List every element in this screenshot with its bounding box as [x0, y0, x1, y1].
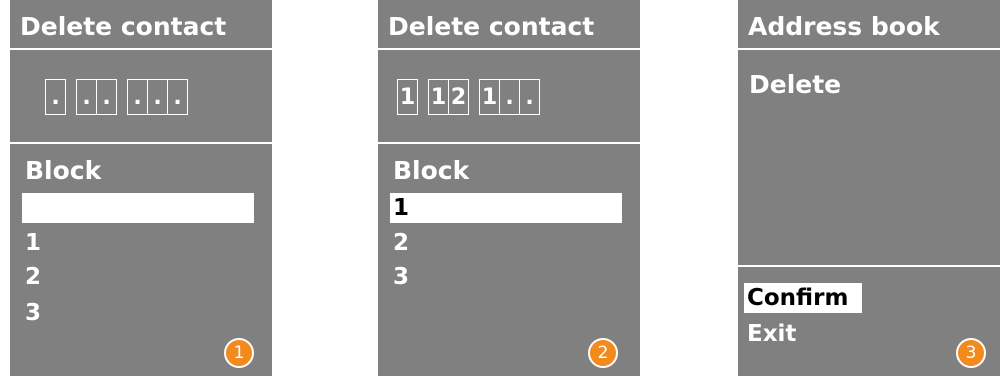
block-option[interactable]: 3 — [22, 298, 254, 328]
digit-group: . . — [76, 79, 117, 117]
screen-title: Delete contact — [388, 12, 595, 41]
screen-title: Delete contact — [20, 12, 227, 41]
digit-group: . — [45, 79, 66, 117]
divider — [738, 48, 1000, 50]
digit-box[interactable]: . — [147, 79, 168, 115]
digit-box[interactable]: 2 — [448, 79, 469, 115]
screen-title: Address book — [748, 12, 940, 41]
screen-2: Delete contact 1 1 2 1 . . Block 1 2 3 2 — [378, 0, 640, 376]
block-option[interactable]: 2 — [22, 262, 254, 292]
block-option[interactable]: 1 — [22, 228, 254, 258]
step-badge: 3 — [956, 338, 986, 368]
exit-option[interactable]: Exit — [744, 319, 976, 349]
digit-box[interactable]: . — [167, 79, 188, 115]
block-option-selected[interactable]: 1 — [390, 193, 622, 223]
confirm-option[interactable]: Confirm — [744, 283, 862, 313]
divider — [10, 48, 272, 50]
digit-group: 1 . . — [479, 79, 540, 117]
section-label: Block — [25, 156, 102, 185]
menu-subtitle: Delete — [749, 70, 842, 99]
block-option-selected[interactable] — [22, 193, 254, 223]
digit-box[interactable]: . — [76, 79, 97, 115]
step-badge: 1 — [224, 338, 254, 368]
step-badge: 2 — [588, 338, 618, 368]
code-digits: . . . . . . — [45, 79, 188, 117]
screen-3: Address book Delete Confirm Exit 3 — [738, 0, 1000, 376]
divider — [738, 265, 1000, 267]
section-label: Block — [393, 156, 470, 185]
digit-box[interactable]: . — [127, 79, 148, 115]
digit-box[interactable]: . — [519, 79, 540, 115]
block-option[interactable]: 3 — [390, 262, 622, 292]
digit-box[interactable]: . — [499, 79, 520, 115]
block-option[interactable]: 2 — [390, 228, 622, 258]
digit-box[interactable]: 1 — [479, 79, 500, 115]
divider — [378, 48, 640, 50]
digit-box[interactable]: . — [96, 79, 117, 115]
screen-1: Delete contact . . . . . . Block 1 2 3 1 — [10, 0, 272, 376]
digit-box[interactable]: . — [45, 79, 66, 115]
digit-group: 1 2 — [428, 79, 469, 117]
divider — [10, 142, 272, 144]
code-digits: 1 1 2 1 . . — [397, 79, 540, 117]
digit-box[interactable]: 1 — [428, 79, 449, 115]
digit-group: . . . — [127, 79, 188, 117]
digit-box[interactable]: 1 — [397, 79, 418, 115]
divider — [378, 142, 640, 144]
digit-group: 1 — [397, 79, 418, 117]
